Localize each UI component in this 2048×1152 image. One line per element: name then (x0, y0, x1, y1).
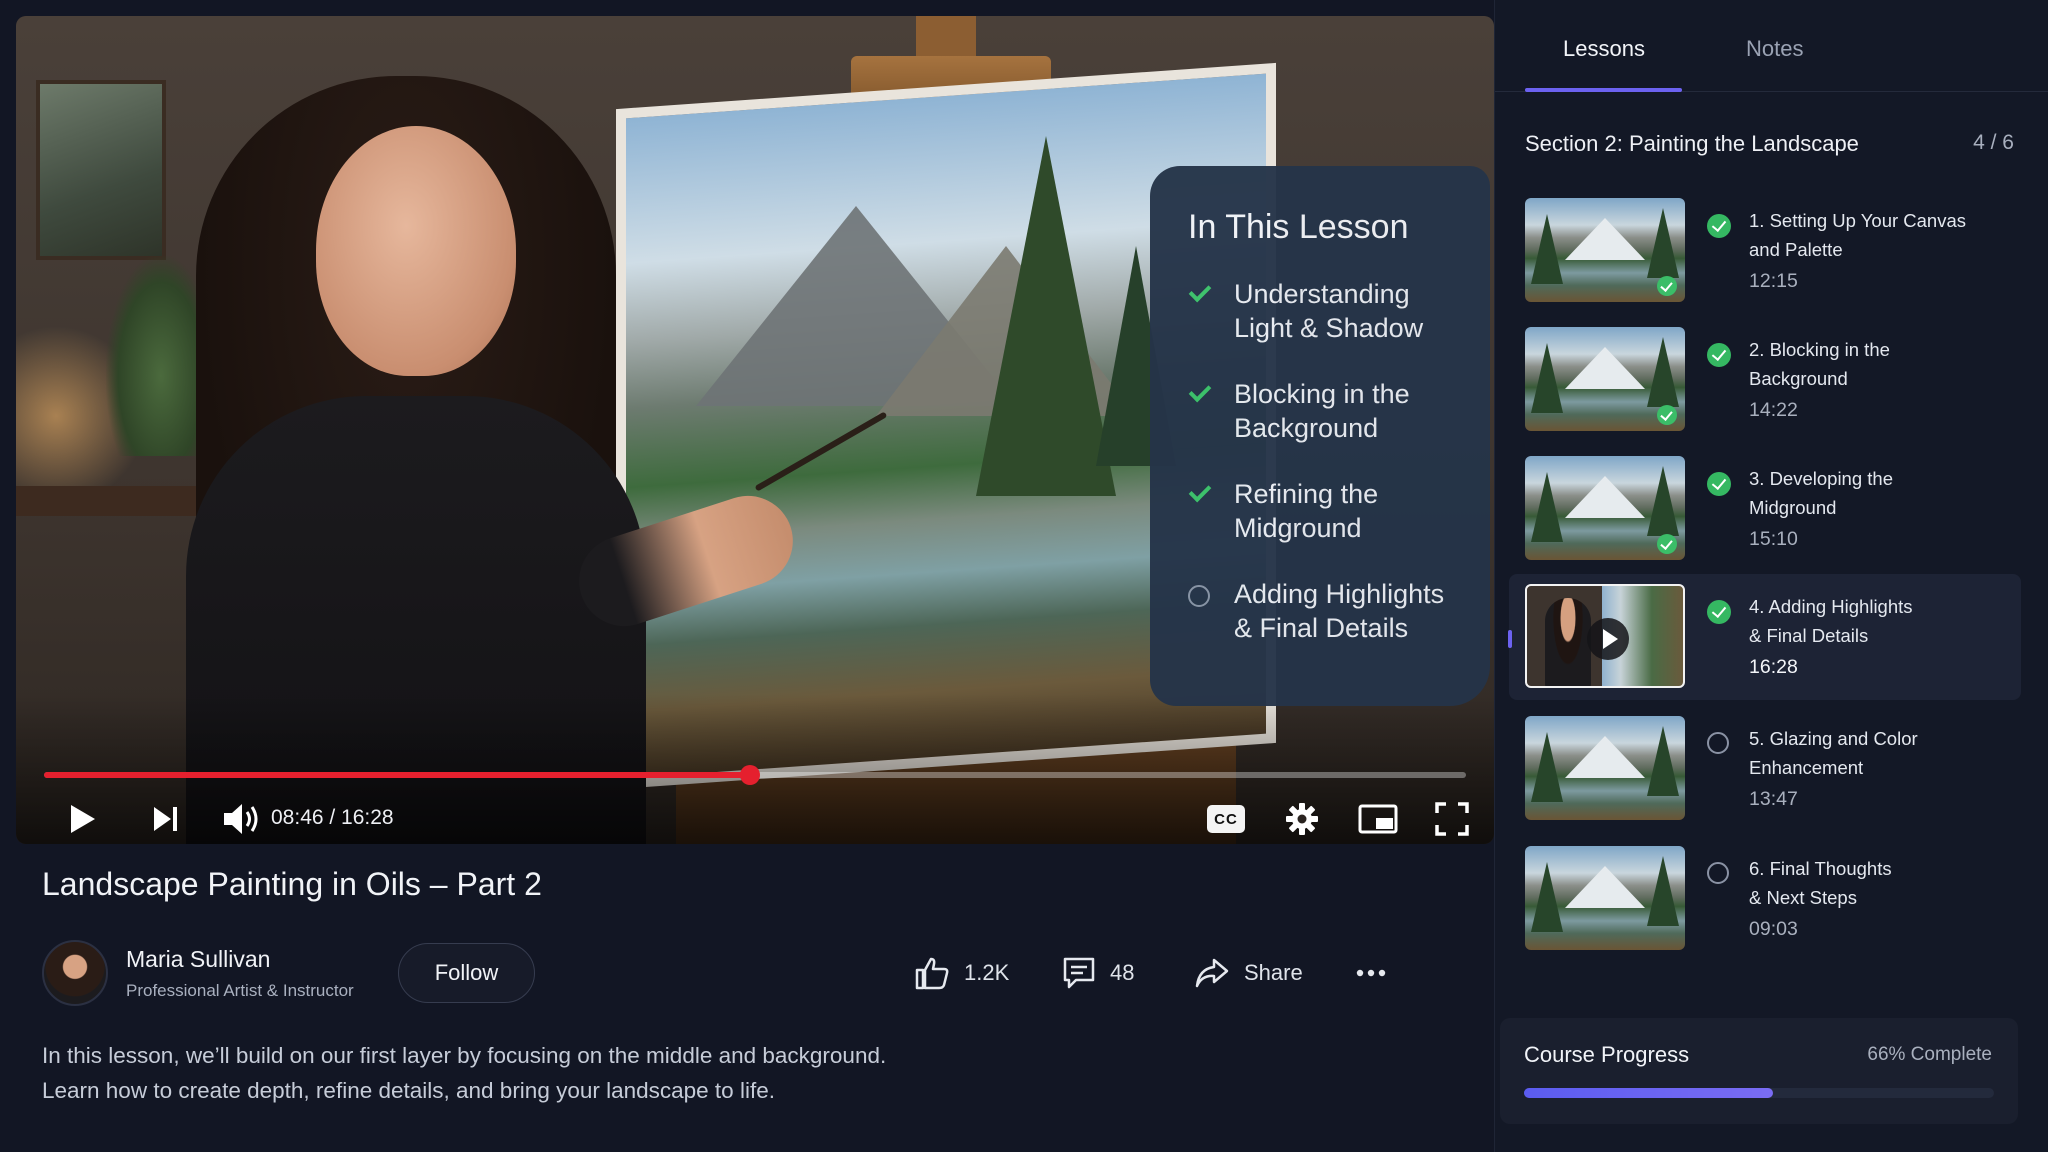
completed-check-icon (1707, 343, 1731, 367)
tab-notes[interactable]: Notes (1746, 36, 1803, 62)
share-icon (1195, 958, 1229, 988)
share-label: Share (1244, 960, 1303, 985)
comment-icon (1063, 957, 1095, 989)
lesson-thumbnail (1525, 846, 1685, 950)
comments-button[interactable]: 48 (1062, 950, 1134, 996)
lesson-overlay: In This Lesson Understanding Light & Shad… (1150, 166, 1490, 706)
course-progress-percent: 66% Complete (1867, 1044, 1992, 1065)
completed-check-icon (1707, 600, 1731, 624)
section-count: 4 / 6 (1973, 131, 2014, 154)
main-content: In This Lesson Understanding Light & Shad… (0, 0, 1494, 1152)
player-controls: 08:46 / 16:28 CC (16, 794, 1494, 844)
course-progress-title: Course Progress (1524, 1042, 1690, 1067)
skip-next-icon (154, 807, 177, 831)
completed-check-icon (1707, 214, 1731, 238)
thumbs-up-icon (915, 957, 949, 990)
overlay-item: Blocking in the Background (1188, 377, 1456, 445)
check-icon (1657, 534, 1677, 554)
lesson-duration: 14:22 (1749, 399, 1798, 421)
share-button[interactable]: Share (1194, 950, 1303, 996)
time-display: 08:46 / 16:28 (271, 806, 394, 829)
like-button[interactable]: 1.2K (914, 950, 1009, 996)
overlay-item: Adding Highlights & Final Details (1188, 577, 1456, 645)
video-progress-fill (44, 772, 751, 778)
cc-icon: CC (1207, 805, 1245, 833)
video-progress-bar[interactable] (44, 765, 1466, 785)
play-icon (71, 805, 95, 833)
miniplayer-button[interactable] (1346, 794, 1410, 844)
sidebar-tabs: Lessons Notes (1495, 0, 2048, 92)
fullscreen-button[interactable] (1422, 794, 1482, 844)
captions-button[interactable]: CC (1196, 794, 1256, 844)
lesson-thumbnail (1525, 584, 1685, 688)
gear-icon (1286, 803, 1318, 835)
channel-info: Maria Sullivan Professional Artist & Ins… (42, 940, 354, 1006)
lesson-thumbnail (1525, 716, 1685, 820)
channel-name[interactable]: Maria Sullivan (126, 946, 354, 973)
incomplete-circle-icon (1707, 732, 1729, 754)
play-button[interactable] (52, 794, 112, 844)
next-button[interactable] (136, 794, 196, 844)
channel-role: Professional Artist & Instructor (126, 980, 354, 1000)
lesson-duration: 12:15 (1749, 270, 1798, 292)
lesson-duration: 09:03 (1749, 918, 1798, 940)
wall-painting (36, 80, 166, 260)
lesson-item[interactable]: 6. Final Thoughts & Next Steps 09:03 (1509, 844, 2021, 968)
video-player[interactable]: In This Lesson Understanding Light & Shad… (16, 16, 1494, 844)
like-count: 1.2K (964, 960, 1010, 985)
active-lesson-marker (1508, 630, 1512, 648)
settings-button[interactable] (1272, 794, 1332, 844)
lesson-duration: 16:28 (1749, 656, 1798, 678)
lesson-item[interactable]: 2. Blocking in the Background 14:22 (1509, 325, 2021, 449)
volume-icon (224, 804, 258, 834)
lesson-thumbnail (1525, 327, 1685, 431)
check-icon (1188, 477, 1218, 503)
incomplete-circle-icon (1707, 862, 1729, 884)
more-horizontal-icon (1356, 969, 1386, 977)
lesson-thumbnail (1525, 198, 1685, 302)
active-tab-indicator (1525, 88, 1682, 92)
comment-count: 48 (1110, 960, 1135, 985)
play-icon (1587, 618, 1629, 660)
lesson-duration: 15:10 (1749, 528, 1798, 550)
video-title: Landscape Painting in Oils – Part 2 (42, 866, 542, 902)
avatar[interactable] (42, 940, 108, 1006)
more-options-button[interactable] (1356, 950, 1386, 996)
overlay-item: Refining the Midground (1188, 477, 1456, 545)
overlay-item: Understanding Light & Shadow (1188, 277, 1456, 345)
check-icon (1657, 405, 1677, 425)
lesson-duration: 13:47 (1749, 788, 1798, 810)
lesson-item[interactable]: 1. Setting Up Your Canvas and Palette 12:… (1509, 196, 2021, 320)
check-icon (1657, 276, 1677, 296)
circle-icon (1188, 577, 1218, 607)
overlay-title: In This Lesson (1188, 208, 1409, 246)
lesson-item[interactable]: 5. Glazing and Color Enhancement 13:47 (1509, 714, 2021, 838)
miniplayer-icon (1358, 804, 1398, 834)
course-progress-card: Course Progress 66% Complete (1500, 1018, 2018, 1124)
fullscreen-icon (1435, 802, 1469, 836)
lesson-thumbnail (1525, 456, 1685, 560)
follow-button[interactable]: Follow (398, 943, 535, 1003)
lesson-sidebar: Lessons Notes Section 2: Painting the La… (1494, 0, 2048, 1152)
course-progress-fill (1524, 1088, 1774, 1098)
lesson-item[interactable]: 3. Developing the Midground 15:10 (1509, 454, 2021, 578)
tab-lessons[interactable]: Lessons (1563, 36, 1645, 62)
video-description: In this lesson, we’ll build on our first… (42, 1043, 887, 1103)
check-icon (1188, 377, 1218, 403)
section-title: Section 2: Painting the Landscape (1525, 131, 1859, 156)
volume-button[interactable] (212, 794, 272, 844)
lesson-item-active[interactable]: 4. Adding Highlights & Final Details 16:2… (1508, 574, 2021, 700)
course-progress-bar (1524, 1088, 1994, 1098)
check-icon (1188, 277, 1218, 303)
completed-check-icon (1707, 472, 1731, 496)
